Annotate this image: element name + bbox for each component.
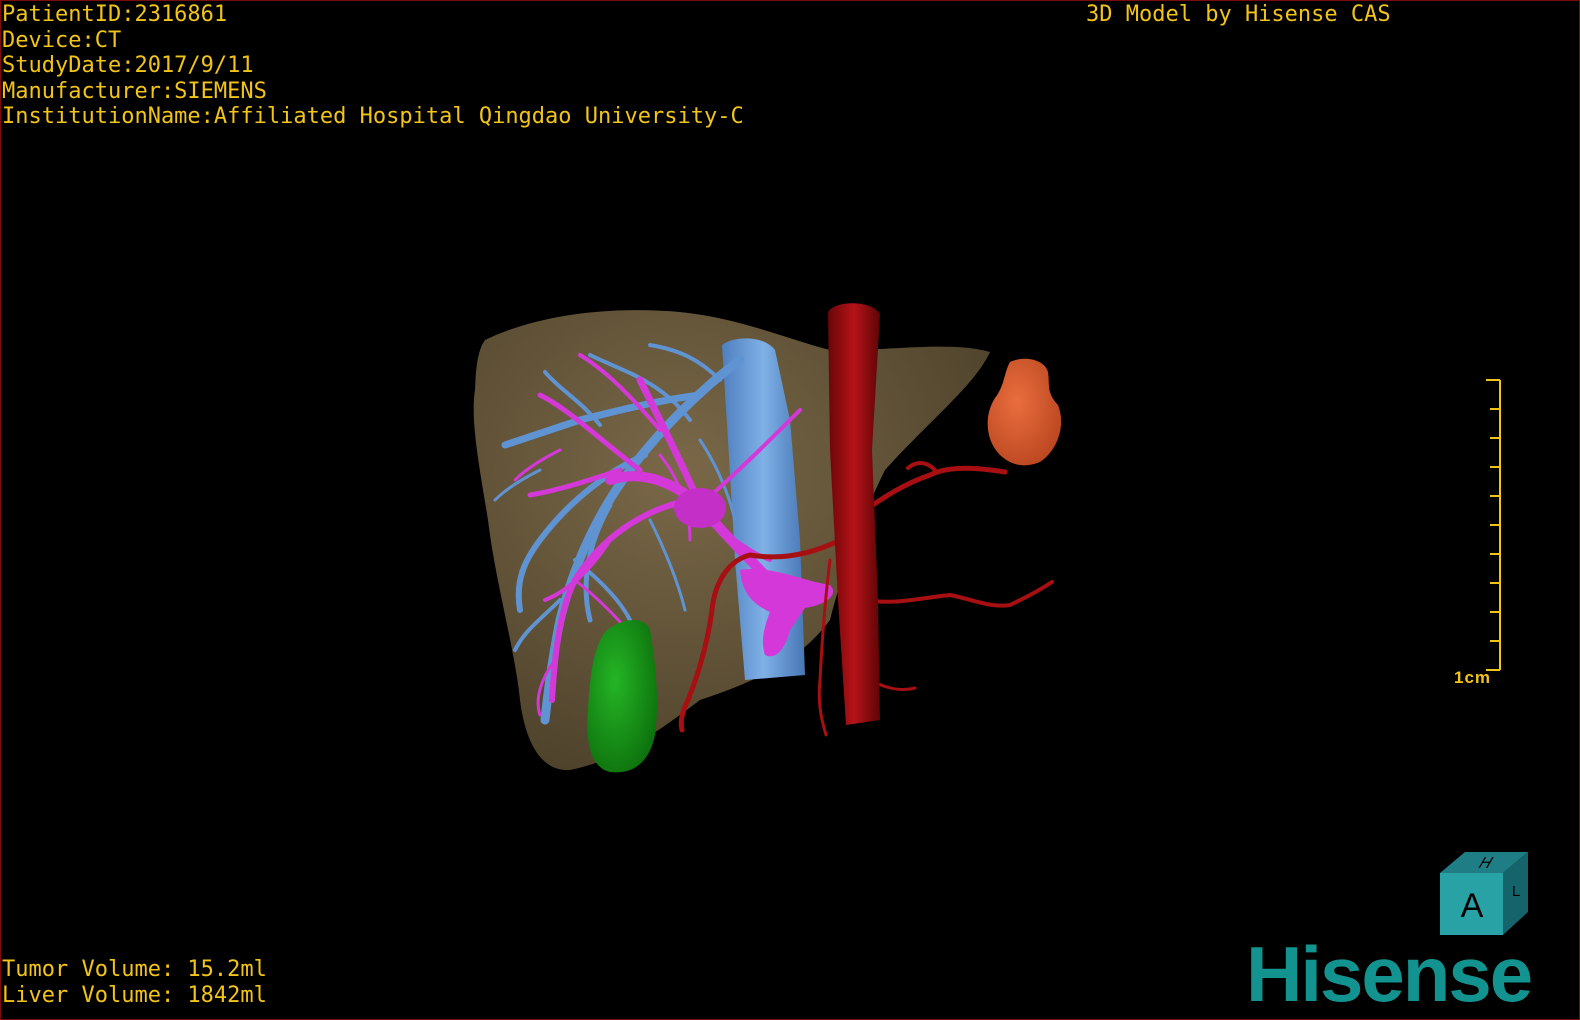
patient-id: PatientID:2316861	[2, 2, 228, 27]
3d-model-viewport[interactable]: A H L	[0, 0, 1580, 1020]
cube-face-front: A	[1461, 887, 1484, 925]
manufacturer: Manufacturer:SIEMENS	[2, 78, 267, 104]
scale-label: 1cm	[1454, 668, 1492, 687]
cube-face-right: L	[1512, 883, 1520, 900]
organ-model[interactable]	[987, 358, 1062, 466]
device: Device:CT	[2, 27, 122, 53]
orientation-cube-icon[interactable]: A H L	[1440, 852, 1528, 935]
liver-volume: Liver Volume: 1842ml	[2, 982, 267, 1008]
study-info-overlay: PatientID:2316861 Device:CT StudyDate:2017…	[2, 2, 744, 130]
model-credit: 3D Model by Hisense CAS	[1086, 2, 1391, 27]
institution-name: InstitutionName:Affiliated Hospital Qing…	[2, 104, 744, 129]
brand-logo: Hisense	[1246, 930, 1533, 1018]
tumor-volume: Tumor Volume: 15.2ml	[2, 957, 267, 982]
study-date: StudyDate:2017/9/11	[2, 53, 254, 78]
portal-confluence	[674, 488, 726, 528]
aorta[interactable]	[828, 303, 880, 725]
volume-overlay: Tumor Volume: 15.2ml Liver Volume: 1842ml	[2, 957, 267, 1008]
scale-bar-icon	[1486, 379, 1501, 671]
